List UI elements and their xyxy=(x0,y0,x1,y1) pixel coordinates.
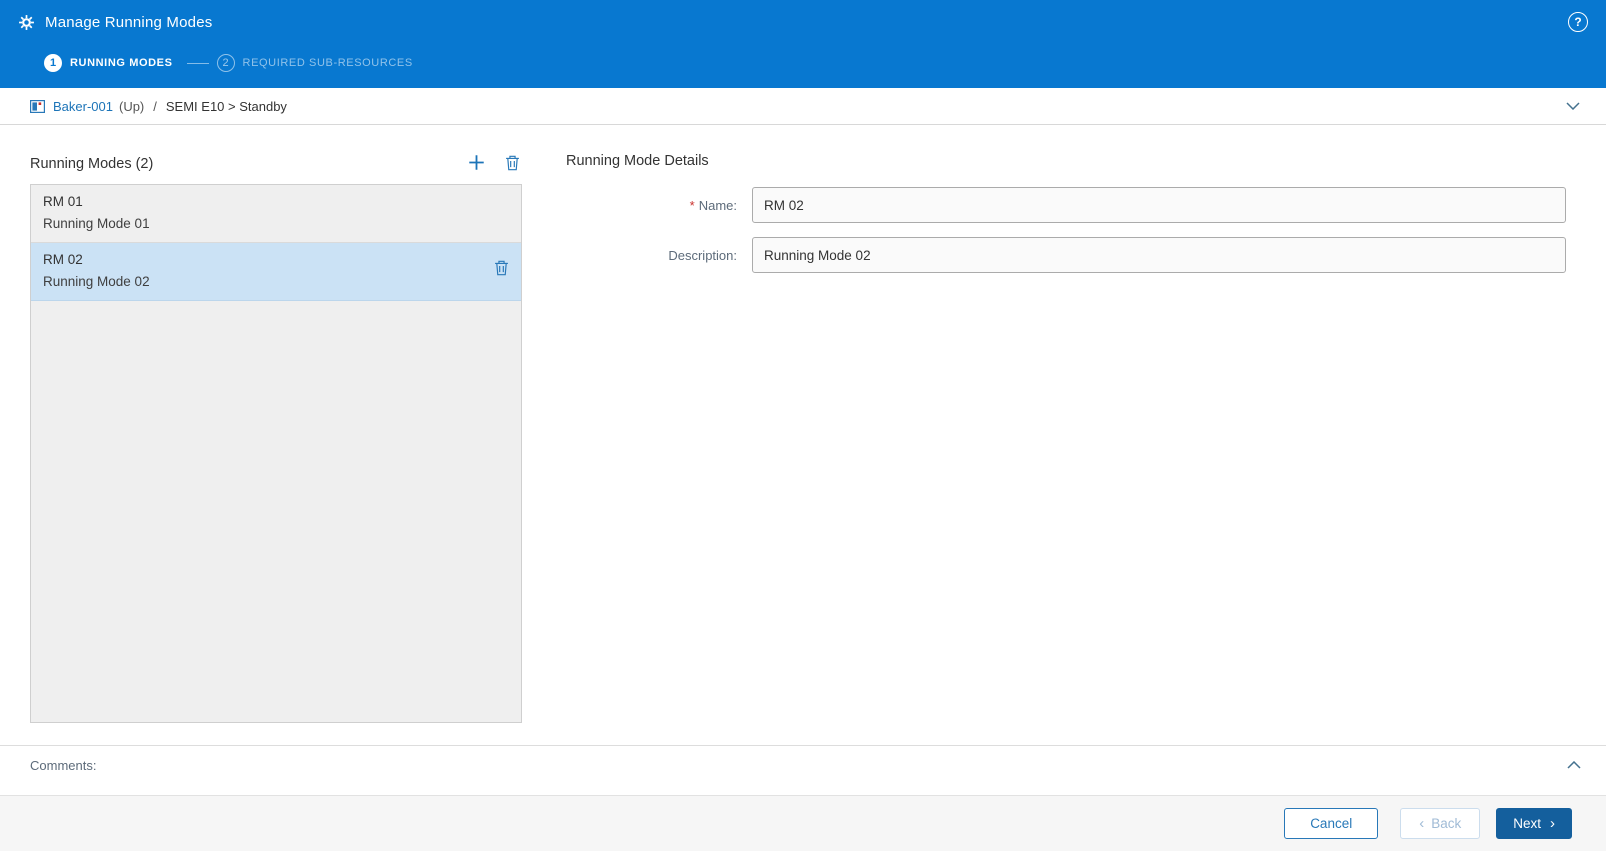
resource-icon xyxy=(30,99,45,113)
chevron-left-icon: ‹ xyxy=(1419,815,1425,832)
add-running-mode-button[interactable] xyxy=(466,152,487,176)
back-button: ‹ Back xyxy=(1400,808,1481,839)
breadcrumb-separator: / xyxy=(153,98,157,114)
required-marker: * xyxy=(689,197,695,213)
step-2-label: REQUIRED SUB-RESOURCES xyxy=(242,57,413,69)
running-modes-title: Running Modes (2) xyxy=(30,156,154,172)
step-1-label: RUNNING MODES xyxy=(70,57,173,69)
cancel-label: Cancel xyxy=(1310,816,1353,831)
running-modes-panel: Running Modes (2) RM 01 Running Mode 01 … xyxy=(30,153,522,723)
next-button[interactable]: Next › xyxy=(1496,808,1572,839)
step-connector xyxy=(186,62,209,64)
delete-running-mode-button[interactable] xyxy=(503,153,522,176)
name-field[interactable] xyxy=(752,187,1566,223)
gear-icon xyxy=(18,14,35,31)
row-trash-icon[interactable] xyxy=(494,260,509,281)
breadcrumb-e10-state: SEMI E10 > Standby xyxy=(165,98,287,114)
breadcrumb-resource-link[interactable]: Baker-001 xyxy=(53,99,113,114)
next-label: Next xyxy=(1513,816,1541,831)
list-item-rm-01[interactable]: RM 01 Running Mode 01 xyxy=(31,185,521,244)
running-mode-description: Running Mode 02 xyxy=(43,273,150,289)
footer-actions: Cancel ‹ Back Next › xyxy=(0,795,1606,851)
description-form-row: Description: xyxy=(566,237,1566,273)
comments-label: Comments: xyxy=(30,758,97,773)
running-mode-description: Running Mode 01 xyxy=(43,215,150,231)
page-title: Manage Running Modes xyxy=(45,13,213,31)
wizard-step-required-sub-resources[interactable]: 2 REQUIRED SUB-RESOURCES xyxy=(216,54,413,72)
step-1-number: 1 xyxy=(44,54,62,72)
description-label: Description: xyxy=(566,248,752,263)
running-mode-name: RM 02 xyxy=(43,252,83,268)
title-bar: Manage Running Modes ? xyxy=(0,0,1606,44)
running-modes-panel-header: Running Modes (2) xyxy=(30,153,522,175)
list-item-rm-02[interactable]: RM 02 Running Mode 02 xyxy=(31,243,521,302)
chevron-down-icon[interactable] xyxy=(1562,98,1584,114)
breadcrumb: Baker-001 (Up) / SEMI E10 > Standby xyxy=(0,88,1606,125)
back-label: Back xyxy=(1431,816,1462,831)
running-mode-details-panel: Running Mode Details *Name: Description: xyxy=(566,153,1566,723)
description-label-text: Description: xyxy=(668,247,737,263)
chevron-right-icon: › xyxy=(1550,815,1555,832)
breadcrumb-resource-state: (Up) xyxy=(118,98,145,114)
main-content: Running Modes (2) RM 01 Running Mode 01 … xyxy=(0,125,1606,745)
name-form-row: * Name: xyxy=(566,187,1566,223)
chevron-up-icon[interactable] xyxy=(1564,758,1584,772)
description-field[interactable] xyxy=(752,237,1566,273)
details-title: Running Mode Details xyxy=(566,153,709,169)
comments-bar: Comments: xyxy=(0,745,1606,795)
trash-icon xyxy=(505,155,520,174)
step-2-number: 2 xyxy=(216,54,235,72)
wizard-steps: 1 RUNNING MODES 2 REQUIRED SUB-RESOURCES xyxy=(0,44,1606,88)
running-mode-name: RM 01 xyxy=(43,194,83,209)
help-icon[interactable]: ? xyxy=(1568,12,1588,32)
running-modes-list: RM 01 Running Mode 01 RM 02 Running Mode… xyxy=(30,184,522,723)
plus-icon xyxy=(468,154,485,174)
name-label: * Name: xyxy=(566,198,752,213)
name-label-text: Name: xyxy=(698,197,737,213)
help-glyph: ? xyxy=(1574,15,1582,29)
cancel-button[interactable]: Cancel xyxy=(1284,808,1379,839)
wizard-step-running-modes[interactable]: 1 RUNNING MODES xyxy=(44,54,173,72)
manage-running-modes-dialog: Manage Running Modes ? 1 RUNNING MODES 2… xyxy=(0,0,1606,851)
